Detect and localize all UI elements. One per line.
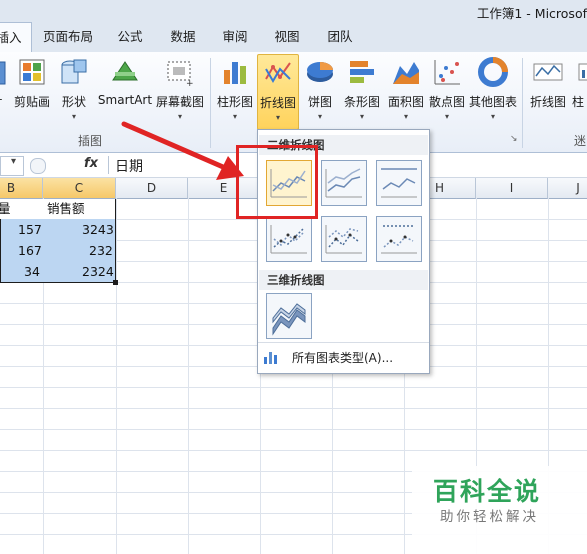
column-header-j[interactable]: J [548, 178, 587, 199]
tab-review[interactable]: 审阅 [215, 22, 255, 52]
dialog-launcher-icon[interactable]: ↘ [510, 134, 518, 144]
red-arrow-icon [121, 121, 244, 180]
stacked-line-markers-thumb-icon [325, 225, 362, 254]
scatter-chart-icon [434, 60, 460, 85]
all-charts-icon [264, 352, 277, 364]
title-bar: 工作簿1 - Microsof [0, 0, 587, 22]
smartart-button[interactable]: SmartArt [96, 54, 154, 128]
cell-b4[interactable]: 34 [24, 262, 40, 282]
tab-insert[interactable]: 插入 [0, 22, 32, 53]
percent-stacked-line-option[interactable] [376, 160, 422, 206]
sparkline-line-icon [533, 63, 563, 81]
shapes-icon [61, 59, 87, 84]
cell-c3[interactable]: 232 [89, 241, 113, 261]
stacked-line-option[interactable] [321, 160, 367, 206]
pie-chart-icon [307, 62, 333, 82]
name-box[interactable]: ▾ [0, 156, 24, 176]
percent-stacked-line-thumb-icon [381, 168, 417, 198]
chevron-down-icon: ▾ [11, 156, 17, 167]
3d-line-option[interactable] [266, 293, 312, 339]
other-chart-button[interactable]: 其他图表 ▾ [466, 54, 520, 128]
cell-c4[interactable]: 2324 [82, 262, 114, 282]
percent-stacked-line-markers-option[interactable] [376, 216, 422, 262]
tab-view[interactable]: 视图 [267, 22, 307, 52]
percent-stacked-line-markers-thumb-icon [381, 225, 417, 254]
expand-formula-icon[interactable] [30, 158, 46, 174]
cell-c1[interactable]: 销售额 [47, 199, 85, 219]
area-chart-button[interactable]: 面积图 ▾ [384, 54, 428, 128]
watermark-subtitle: 助你轻松解决 [440, 509, 539, 525]
stacked-line-markers-option[interactable] [321, 216, 367, 262]
sparkline-line-button[interactable]: 折线图 [526, 54, 570, 128]
cell-b2[interactable]: 157 [18, 220, 42, 240]
pie-chart-button[interactable]: 饼图 ▾ [300, 54, 340, 128]
picture-button[interactable]: 片 [0, 54, 8, 128]
screenshot-button[interactable]: + 屏幕截图 ▾ [154, 54, 206, 128]
cell-b1[interactable]: 量 [0, 199, 11, 219]
fx-icon[interactable]: fx [84, 156, 98, 171]
sparkline-column-button[interactable]: 柱 [572, 54, 587, 128]
watermark: 百科全说 助你轻松解决 [412, 466, 587, 554]
smartart-icon [112, 61, 138, 81]
column-header-b[interactable]: B [0, 178, 43, 199]
section-header-3d-line: 三维折线图 [259, 270, 428, 290]
cell-b3[interactable]: 167 [18, 241, 42, 261]
tab-page-layout[interactable]: 页面布局 [38, 22, 98, 52]
picture-icon [0, 61, 6, 85]
column-chart-icon [224, 62, 246, 84]
watermark-title: 百科全说 [433, 477, 542, 506]
bar-chart-button[interactable]: 条形图 ▾ [340, 54, 384, 128]
shapes-button[interactable]: 形状 ▾ [56, 54, 92, 128]
tab-data[interactable]: 数据 [163, 22, 203, 52]
cell-c2[interactable]: 3243 [82, 220, 114, 240]
ribbon-tab-bar: 插入 页面布局 公式 数据 审阅 视图 团队 [0, 22, 587, 53]
window-title: 工作簿1 - Microsof [476, 6, 587, 21]
other-chart-icon [478, 57, 508, 87]
tab-team[interactable]: 团队 [318, 22, 362, 52]
group-label-illustrations: 插图 [78, 134, 103, 148]
bar-chart-icon [350, 61, 374, 83]
sparkline-column-icon [578, 63, 587, 81]
line-with-markers-option[interactable] [266, 216, 312, 262]
clipart-button[interactable]: 剪贴画 [10, 54, 54, 128]
column-header-i[interactable]: I [476, 178, 548, 199]
screenshot-icon: + [167, 61, 194, 88]
line-chart-icon [265, 62, 291, 83]
svg-text:+: + [186, 79, 194, 88]
line-with-markers-thumb-icon [270, 225, 307, 254]
scatter-chart-button[interactable]: 散点图 ▾ [428, 54, 466, 128]
tab-formulas[interactable]: 公式 [110, 22, 150, 52]
all-chart-types-item[interactable]: 所有图表类型(A)... [259, 344, 428, 370]
all-chart-types-label: 所有图表类型(A)... [292, 351, 394, 365]
clipart-icon [19, 59, 45, 85]
stacked-line-thumb-icon [325, 168, 362, 198]
3d-line-thumb-icon [272, 303, 306, 336]
area-chart-icon [393, 62, 419, 84]
column-header-c[interactable]: C [43, 178, 116, 199]
group-label-sparklines: 迷 [574, 134, 587, 148]
column-chart-button[interactable]: 柱形图 ▾ [214, 54, 256, 128]
